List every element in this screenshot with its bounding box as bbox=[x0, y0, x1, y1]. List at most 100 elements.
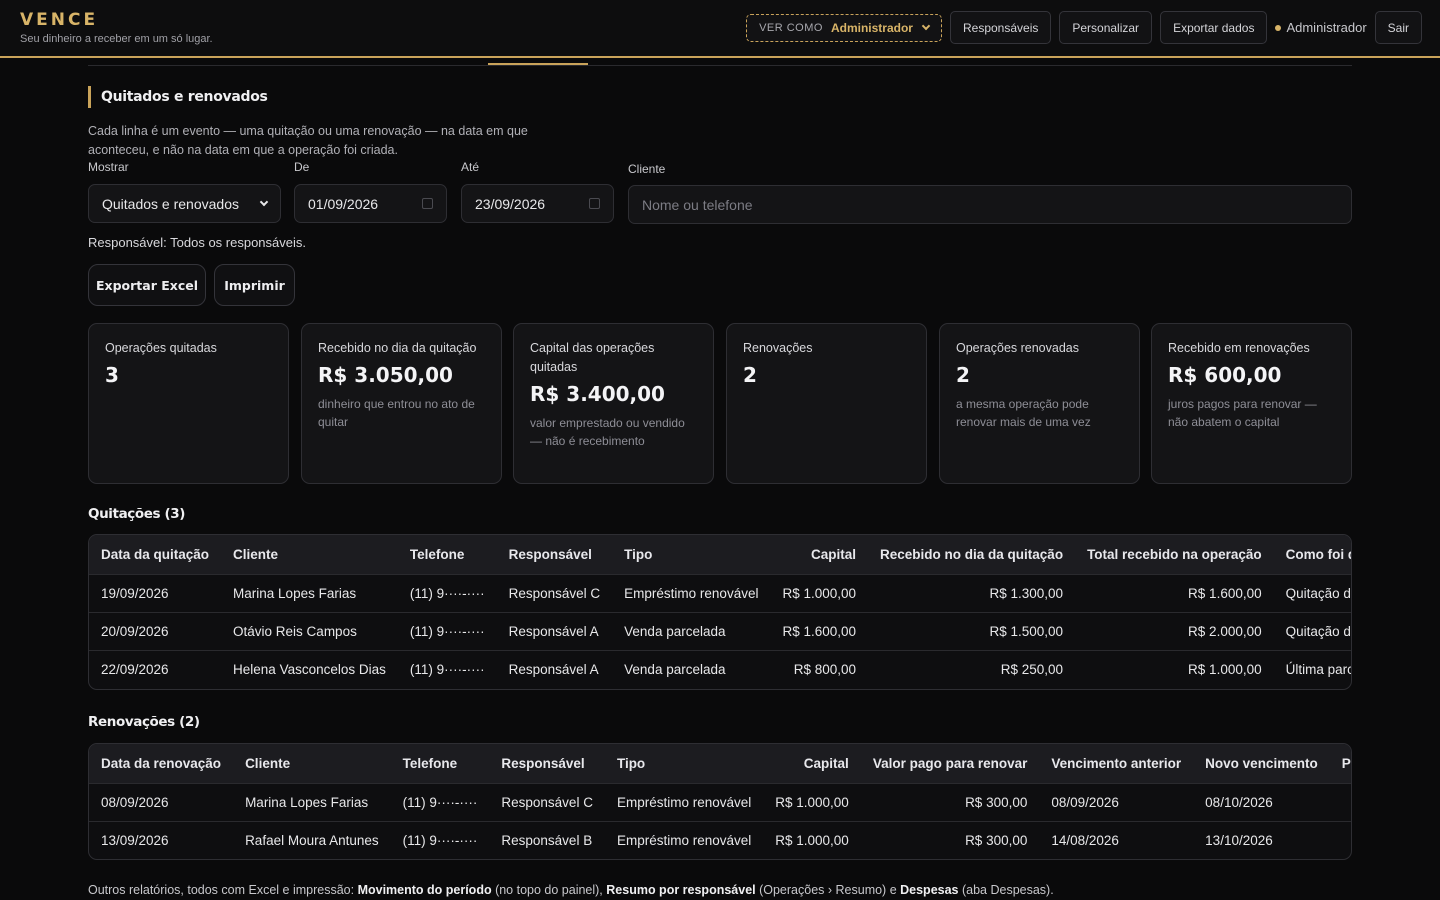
cell-client: Marina Lopes Farias bbox=[221, 573, 398, 612]
responsibles-button[interactable]: Responsáveis bbox=[949, 11, 1052, 44]
cell-previous-due: 08/09/2026 bbox=[1039, 782, 1194, 821]
section-description: Cada linha é um evento — uma quitação ou… bbox=[88, 124, 528, 157]
from-date-value: 01/09/2026 bbox=[308, 195, 379, 212]
cell-type: Empréstimo renovável bbox=[604, 820, 764, 859]
cell-capital: R$ 1.000,00 bbox=[763, 782, 861, 821]
cell-type: Venda parcelada bbox=[612, 649, 771, 688]
column-header[interactable]: Valor pago para renovar bbox=[860, 744, 1040, 783]
stat-card-value: R$ 600,00 bbox=[1168, 363, 1282, 387]
column-header[interactable]: Data da quitação bbox=[89, 535, 222, 574]
stat-card-title: Recebido no dia da quitação bbox=[318, 341, 477, 355]
show-select-value: Quitados e renovados bbox=[102, 195, 239, 212]
cell-date: 13/09/2026 bbox=[89, 820, 234, 859]
table-row[interactable]: 22/09/2026 Helena Vasconcelos Dias (11) … bbox=[89, 649, 1351, 688]
print-button[interactable]: Imprimir bbox=[214, 264, 295, 306]
table-row[interactable]: 08/09/2026 Marina Lopes Farias (11) 9···… bbox=[89, 782, 1351, 821]
column-header[interactable]: Responsável bbox=[489, 744, 605, 783]
cell-client: Marina Lopes Farias bbox=[233, 782, 391, 821]
calendar-icon[interactable] bbox=[422, 198, 433, 209]
cell-responsible: Responsável C bbox=[496, 573, 613, 612]
view-as-value: Administrador bbox=[830, 20, 913, 35]
stat-card-value: 2 bbox=[956, 363, 970, 387]
cell-received: R$ 1.500,00 bbox=[868, 611, 1076, 650]
cell-responsible: Responsável B bbox=[489, 820, 605, 859]
footer-prefix: Outros relatórios, todos com Excel e imp… bbox=[88, 883, 358, 897]
stat-card-note: valor emprestado ou vendido — não é rece… bbox=[530, 416, 685, 448]
cell-responsible: Responsável A bbox=[496, 649, 613, 688]
column-header[interactable]: Novo vencimento bbox=[1193, 744, 1330, 783]
client-search-input[interactable]: Nome ou telefone bbox=[628, 185, 1352, 224]
top-nav: VER COMO Administrador Responsáveis Pers… bbox=[746, 11, 1422, 44]
stat-card-value: 3 bbox=[105, 363, 119, 387]
to-date-value: 23/09/2026 bbox=[475, 195, 546, 212]
cell-received: R$ 250,00 bbox=[868, 649, 1076, 688]
to-date-input[interactable]: 23/09/2026 bbox=[461, 184, 614, 223]
column-header[interactable]: Recebido no dia da quitação bbox=[868, 535, 1076, 574]
brand-logo[interactable]: VENCE bbox=[20, 10, 213, 30]
cell-capital: R$ 1.000,00 bbox=[763, 820, 861, 859]
cell-responsible: Responsável A bbox=[496, 611, 613, 650]
column-header[interactable]: Cliente bbox=[233, 744, 391, 783]
from-label: De bbox=[294, 160, 310, 174]
column-header[interactable]: Telefone bbox=[397, 535, 497, 574]
cell-type: Venda parcelada bbox=[612, 611, 771, 650]
client-search-placeholder: Nome ou telefone bbox=[642, 196, 753, 213]
chevron-down-icon bbox=[259, 197, 269, 206]
status-dot-icon bbox=[1275, 24, 1282, 31]
export-excel-button[interactable]: Exportar Excel bbox=[88, 264, 206, 306]
customize-button[interactable]: Personalizar bbox=[1059, 11, 1153, 44]
export-data-button[interactable]: Exportar dados bbox=[1160, 11, 1268, 44]
column-header[interactable]: Vencimento anterior bbox=[1039, 744, 1194, 783]
column-header[interactable]: Responsável bbox=[496, 535, 613, 574]
column-header[interactable]: Pago bbox=[1329, 744, 1351, 783]
brand: VENCE Seu dinheiro a receber em um só lu… bbox=[20, 10, 213, 45]
cell-phone: (11) 9····-···· bbox=[390, 820, 490, 859]
calendar-icon[interactable] bbox=[589, 198, 600, 209]
cell-capital: R$ 800,00 bbox=[770, 649, 869, 688]
logout-button[interactable]: Sair bbox=[1374, 11, 1422, 44]
cell-phone: (11) 9····-···· bbox=[397, 649, 497, 688]
cell-total: R$ 1.600,00 bbox=[1075, 573, 1274, 612]
cell-client: Otávio Reis Campos bbox=[221, 611, 398, 650]
cell-date: 08/09/2026 bbox=[89, 782, 234, 821]
column-header[interactable]: Cliente bbox=[221, 535, 398, 574]
payoffs-title: Quitações (3) bbox=[88, 506, 185, 522]
cell-date: 20/09/2026 bbox=[89, 611, 222, 650]
cell-new-due: 13/10/2026 bbox=[1193, 820, 1330, 859]
column-header[interactable]: Tipo bbox=[612, 535, 771, 574]
stat-card-title: Operações quitadas bbox=[105, 341, 217, 355]
column-header[interactable]: Capital bbox=[770, 535, 869, 574]
table-header-row: Data da renovação Cliente Telefone Respo… bbox=[89, 744, 1351, 783]
stat-card-payoffs: Operações quitadas 3 bbox=[88, 323, 289, 484]
table-row[interactable]: 20/09/2026 Otávio Reis Campos (11) 9····… bbox=[89, 611, 1351, 650]
column-header[interactable]: Tipo bbox=[604, 744, 764, 783]
stat-card-renewal-received: Recebido em renovações R$ 600,00 juros p… bbox=[1151, 323, 1352, 484]
view-as-select[interactable]: VER COMO Administrador bbox=[746, 13, 942, 42]
stat-card-title: Recebido em renovações bbox=[1168, 341, 1310, 355]
stat-card-value: 2 bbox=[743, 363, 757, 387]
table-row[interactable]: 13/09/2026 Rafael Moura Antunes (11) 9··… bbox=[89, 820, 1351, 859]
column-header[interactable]: Total recebido na operação bbox=[1075, 535, 1274, 574]
section-title: Quitados e renovados bbox=[88, 86, 268, 108]
from-date-input[interactable]: 01/09/2026 bbox=[294, 184, 447, 223]
cell-how: Última parcela bbox=[1273, 649, 1351, 688]
report-link-expenses[interactable]: Despesas bbox=[900, 883, 958, 897]
stat-card-note: dinheiro que entrou no ato de quitar bbox=[318, 397, 475, 429]
stat-card-renewed-ops: Operações renovadas 2 a mesma operação p… bbox=[939, 323, 1140, 484]
column-header[interactable]: Data da renovação bbox=[89, 744, 234, 783]
responsible-filter-text: Responsável: Todos os responsáveis. bbox=[88, 235, 306, 250]
column-header[interactable]: Capital bbox=[763, 744, 861, 783]
cell-client: Rafael Moura Antunes bbox=[233, 820, 391, 859]
stat-card-capital: Capital das operações quitadas R$ 3.400,… bbox=[513, 323, 714, 484]
report-link-summary[interactable]: Resumo por responsável bbox=[606, 883, 755, 897]
show-select[interactable]: Quitados e renovados bbox=[88, 184, 281, 223]
column-header[interactable]: Como foi quitada bbox=[1273, 535, 1351, 574]
column-header[interactable]: Telefone bbox=[390, 744, 490, 783]
stat-card-value: R$ 3.400,00 bbox=[530, 382, 665, 406]
report-link-period[interactable]: Movimento do período bbox=[358, 883, 492, 897]
renewals-table[interactable]: Data da renovação Cliente Telefone Respo… bbox=[88, 743, 1352, 860]
payoffs-table[interactable]: Data da quitação Cliente Telefone Respon… bbox=[88, 534, 1352, 690]
cell-phone: (11) 9····-···· bbox=[397, 611, 497, 650]
table-row[interactable]: 19/09/2026 Marina Lopes Farias (11) 9···… bbox=[89, 573, 1351, 612]
cell-total: R$ 2.000,00 bbox=[1075, 611, 1274, 650]
